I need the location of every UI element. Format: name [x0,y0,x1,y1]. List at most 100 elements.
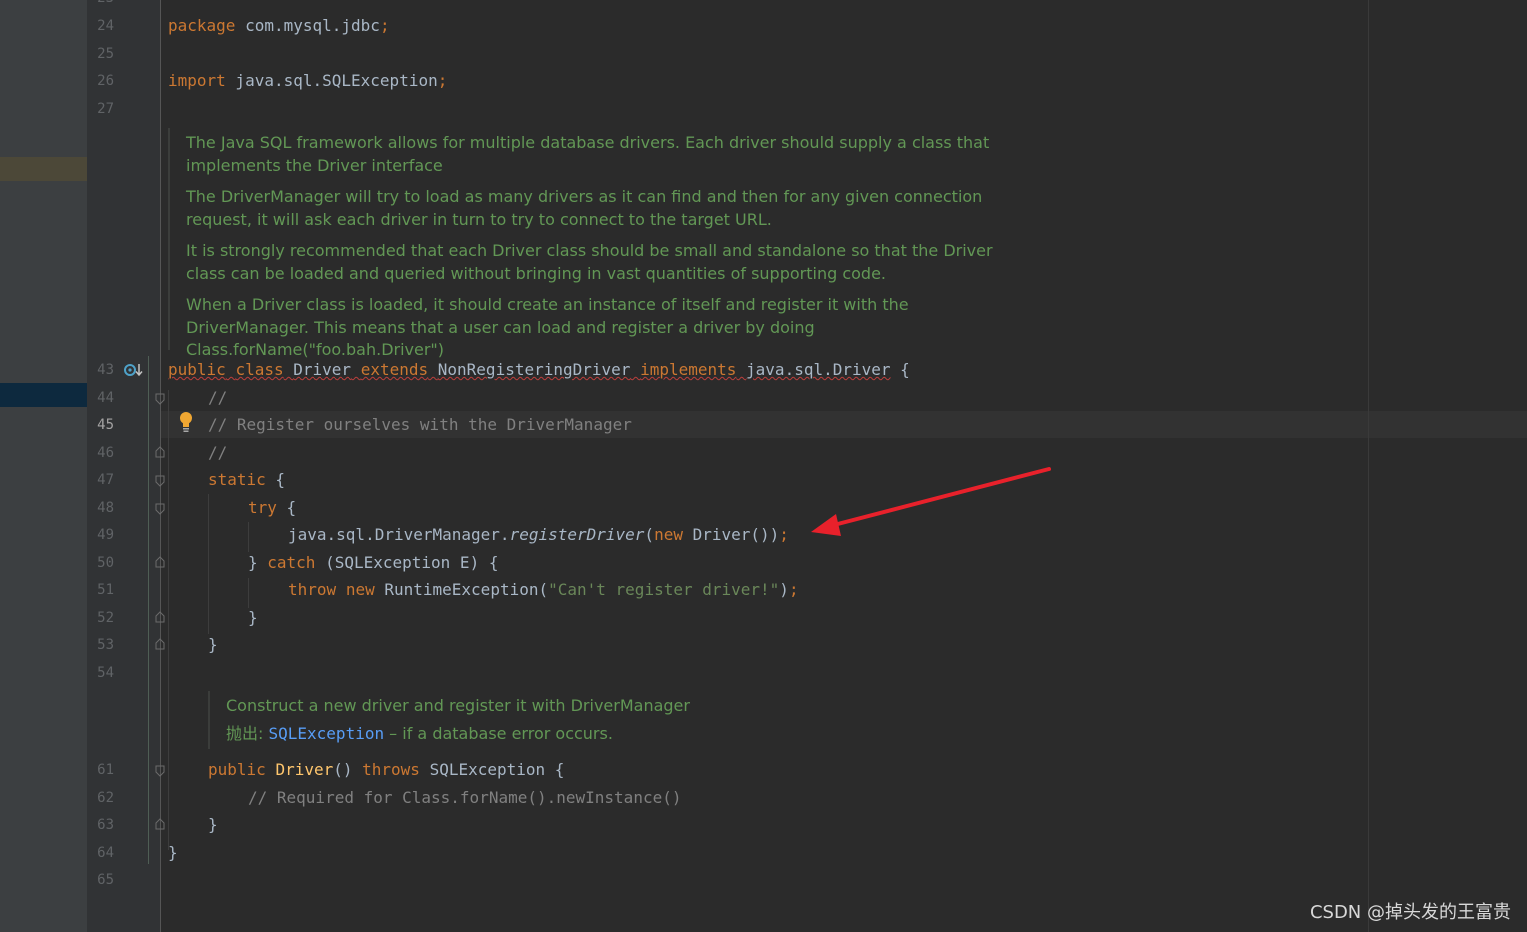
line-number: 49 [97,527,114,543]
code-line-throw[interactable]: throw new RuntimeException("Can't regist… [288,578,799,602]
class-name: Driver [293,360,352,379]
constructor-call: Driver()) [682,525,780,544]
brace: { [265,470,286,489]
javadoc-throws: 抛出: SQLException – if a database error o… [226,723,926,746]
line-number: 43 [97,362,114,378]
code-line-comment[interactable]: // [208,441,227,465]
paren: () [333,760,353,779]
keyword: public [168,360,226,379]
line-number: 52 [97,610,114,626]
exception-ctor: RuntimeException( [374,580,549,599]
fold-marker-icon[interactable] [155,638,165,650]
semicolon: ; [788,580,799,599]
paren: ) [779,580,789,599]
javadoc-paragraph: The DriverManager will try to load as ma… [186,187,983,229]
indent-guide [208,494,209,634]
semicolon: ; [379,16,390,35]
line-number: 24 [97,18,114,34]
code-line-catch[interactable]: } catch (SQLException E) { [248,551,498,575]
implement-interface-icon[interactable] [123,361,143,379]
line-number: 54 [97,665,114,681]
code-line-constructor[interactable]: public Driver() throws SQLException { [208,758,564,782]
keyword: new [345,580,375,599]
code-line-comment[interactable]: // [208,386,227,410]
fold-marker-icon[interactable] [155,556,165,568]
keyword: package [168,16,236,35]
gutter-divider [160,0,161,932]
line-number: 61 [97,762,114,778]
code-line-class-declaration[interactable]: public class Driver extends NonRegisteri… [168,358,910,382]
javadoc-description: Construct a new driver and register it w… [226,696,690,715]
tool-strip-highlight [0,157,87,181]
rendered-javadoc-class[interactable]: The Java SQL framework allows for multip… [168,128,1016,359]
semicolon: ; [779,525,789,544]
fold-marker-icon[interactable] [155,818,165,830]
code-line-static[interactable]: static { [208,468,285,492]
line-number: 48 [97,500,114,516]
line-number: 44 [97,390,114,406]
keyword: throws [362,760,420,779]
javadoc-paragraph: It is strongly recommended that each Dri… [186,241,993,283]
constructor-name: Driver [275,760,334,779]
code-line-package[interactable]: package com.mysql.jdbc; [168,14,390,38]
parent-class: NonRegisteringDriver [437,360,631,379]
fold-marker-icon[interactable] [155,475,165,487]
javadoc-paragraph: When a Driver class is loaded, it should… [186,295,909,359]
catch-clause: (SQLException E) { [315,553,499,572]
semicolon: ; [437,71,448,90]
exception-link[interactable]: SQLException [269,724,385,743]
code-line-comment[interactable]: // Register ourselves with the DriverMan… [208,413,632,437]
fold-marker-icon[interactable] [155,446,165,458]
keyword: implements [640,360,737,379]
string-literal: "Can't register driver!" [548,580,780,599]
keyword: extends [360,360,429,379]
fold-marker-icon[interactable] [155,765,165,777]
line-number: 64 [97,845,114,861]
keyword: class [235,360,284,379]
keyword: new [654,525,683,544]
indent-guide [248,578,249,608]
brace: { [890,360,910,379]
code-line-comment[interactable]: // Required for Class.forName().newInsta… [248,786,681,810]
right-margin-guide [1368,0,1369,932]
line-number: 46 [97,445,114,461]
code-line-import[interactable]: import java.sql.SQLException; [168,69,447,93]
line-number: 47 [97,472,114,488]
keyword: static [208,470,266,489]
line-number-current: 45 [97,417,114,433]
fold-marker-icon[interactable] [155,503,165,515]
intention-bulb-icon[interactable] [178,411,194,433]
line-number: 50 [97,555,114,571]
code-line-try[interactable]: try { [248,496,296,520]
line-number: 65 [97,872,114,888]
indent-guide [168,390,169,850]
project-tool-strip [0,0,87,932]
qualifier: java.sql.DriverManager. [288,525,510,544]
code-line-brace[interactable]: } [208,633,218,657]
brace: { [276,498,297,517]
line-number: 25 [97,46,114,62]
fold-marker-icon[interactable] [155,611,165,623]
paren: ( [644,525,655,544]
interface-name: java.sql.Driver [746,360,891,379]
code-line-register-driver[interactable]: java.sql.DriverManager.registerDriver(ne… [288,523,789,547]
code-line-brace[interactable]: } [208,813,218,837]
line-number: 51 [97,582,114,598]
rendered-javadoc-constructor[interactable]: Construct a new driver and register it w… [208,691,926,749]
brace: } [248,553,268,572]
throws-description: – if a database error occurs. [384,723,613,743]
code-line-brace[interactable]: } [168,841,178,865]
fold-marker-icon[interactable] [155,393,165,405]
line-number: 27 [97,101,114,117]
package-name: com.mysql.jdbc [235,16,380,35]
code-line-brace[interactable]: } [248,606,258,630]
line-number: 23 [87,0,114,8]
line-number: 62 [97,790,114,806]
line-number: 63 [97,817,114,833]
keyword: try [248,498,277,517]
line-number: 26 [97,73,114,89]
keyword: public [208,760,266,779]
indent-guide [248,522,249,552]
line-number: 53 [97,637,114,653]
throws-label: 抛出: [226,723,264,743]
